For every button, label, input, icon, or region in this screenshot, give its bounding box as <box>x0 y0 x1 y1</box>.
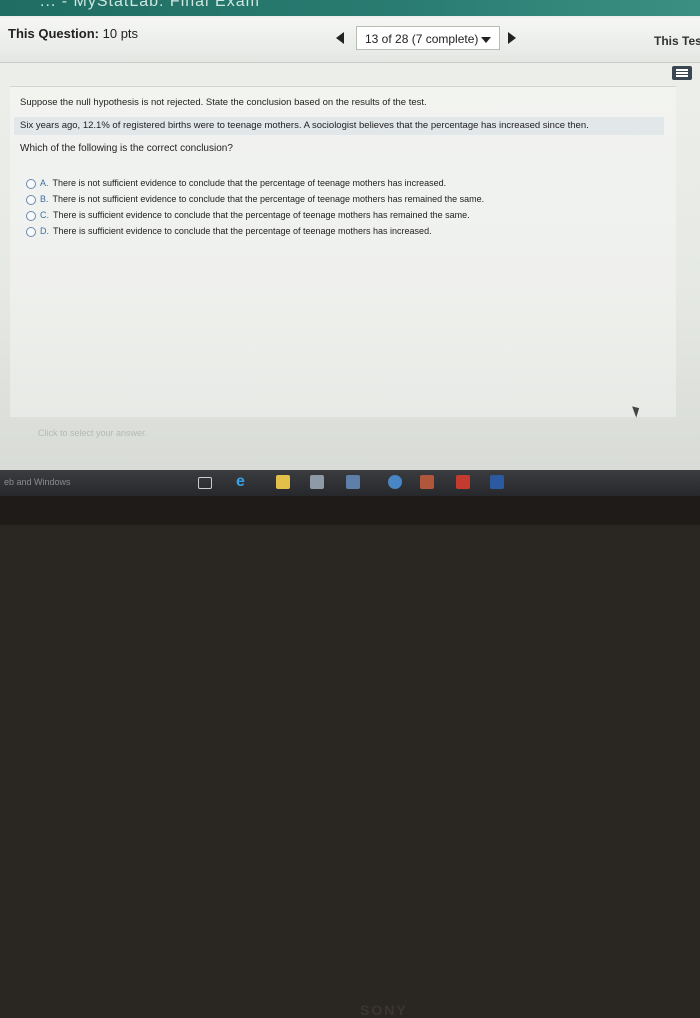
question-panel: Suppose the null hypothesis is not rejec… <box>10 86 676 418</box>
option-text: There is not sufficient evidence to conc… <box>52 178 447 188</box>
file-explorer-icon[interactable] <box>276 475 290 489</box>
points-value: 10 pts <box>102 26 139 41</box>
question-selector[interactable]: 13 of 28 (7 complete) <box>356 26 500 50</box>
answer-options: A. There is not sufficient evidence to co… <box>26 175 666 239</box>
taskbar-search[interactable]: eb and Windows <box>4 477 71 487</box>
chevron-down-icon[interactable] <box>481 37 491 43</box>
question-prompt: Which of the following is the correct co… <box>20 143 233 154</box>
word-icon[interactable] <box>490 475 504 489</box>
answer-option-b[interactable]: B. There is not sufficient evidence to co… <box>26 191 666 207</box>
option-letter: B. <box>40 194 49 204</box>
question-scenario: Six years ago, 12.1% of registered birth… <box>14 117 664 135</box>
radio-icon[interactable] <box>26 178 36 189</box>
title-banner: ... - MyStatLab: Final Exam <box>0 0 700 16</box>
header-bar: This Question: 10 pts 13 of 28 (7 comple… <box>0 18 700 63</box>
option-text: There is sufficient evidence to conclude… <box>53 226 432 236</box>
menu-icon[interactable] <box>672 66 692 80</box>
screen: ... - MyStatLab: Final Exam This Questio… <box>0 0 700 470</box>
app-icon[interactable] <box>456 475 470 489</box>
question-instruction: Suppose the null hypothesis is not rejec… <box>20 97 427 108</box>
option-letter: D. <box>40 226 49 236</box>
previous-question-icon[interactable] <box>336 32 344 44</box>
taskbar: eb and Windows e <box>0 470 700 496</box>
radio-icon[interactable] <box>26 210 36 221</box>
window-title: ... - MyStatLab: Final Exam <box>40 0 260 10</box>
monitor-bezel: SONY <box>0 496 700 1018</box>
option-letter: C. <box>40 210 49 220</box>
radio-icon[interactable] <box>26 226 36 237</box>
brand-logo: SONY <box>360 1002 408 1018</box>
task-view-icon[interactable] <box>198 477 212 489</box>
status-hint: Click to select your answer. <box>38 428 148 438</box>
answer-option-a[interactable]: A. There is not sufficient evidence to co… <box>26 175 666 191</box>
app-icon[interactable] <box>388 475 402 489</box>
answer-option-d[interactable]: D. There is sufficient evidence to conclu… <box>26 223 666 239</box>
option-text: There is not sufficient evidence to conc… <box>52 194 485 204</box>
this-test-label[interactable]: This Tes <box>654 34 700 48</box>
next-question-icon[interactable] <box>508 32 516 44</box>
question-progress: 13 of 28 (7 complete) <box>365 32 479 46</box>
app-icon[interactable] <box>420 475 434 489</box>
question-points-label: This Question: 10 pts <box>8 26 138 41</box>
mouse-cursor-icon <box>632 404 642 418</box>
edge-browser-icon[interactable]: e <box>236 474 250 490</box>
radio-icon[interactable] <box>26 194 36 205</box>
store-icon[interactable] <box>310 475 324 489</box>
option-text: There is sufficient evidence to conclude… <box>53 210 470 220</box>
question-label: This Question: <box>8 26 99 41</box>
answer-option-c[interactable]: C. There is sufficient evidence to conclu… <box>26 207 666 223</box>
option-letter: A. <box>40 178 49 188</box>
app-icon[interactable] <box>346 475 360 489</box>
